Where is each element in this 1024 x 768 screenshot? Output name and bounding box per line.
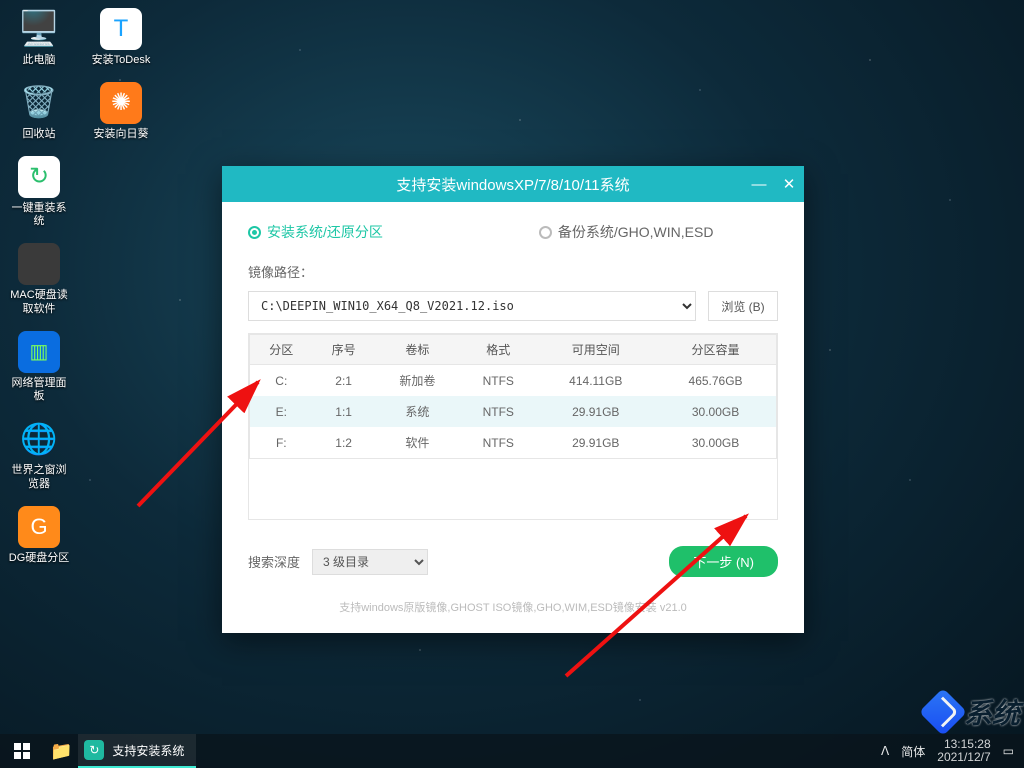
desktop-icon-label: 世界之窗浏览器 [8,464,70,492]
clock[interactable]: 13:15:282021/12/7 [937,738,990,764]
table-cell: 2:1 [313,365,375,397]
table-cell: 30.00GB [655,396,776,427]
desktop-icon-label: DG硬盘分区 [9,552,70,566]
radio-dot-icon [248,226,261,239]
window-title: 支持安装windowsXP/7/8/10/11系统 [396,174,629,195]
desktop-icon-label: MAC硬盘读取软件 [8,289,70,317]
taskbar-explorer[interactable]: 📁 [44,734,78,768]
close-button[interactable]: ✕ [780,175,798,193]
watermark-logo-icon [919,688,967,736]
table-cell: 30.00GB [655,427,776,459]
table-cell: NTFS [460,396,536,427]
desktop-icon[interactable]: MAC硬盘读取软件 [8,243,70,317]
desktop-icon[interactable]: T 安装ToDesk [90,8,152,68]
table-row[interactable]: C:2:1新加卷NTFS414.11GB465.76GB [250,365,777,397]
watermark-text: 系统 [964,692,1020,732]
table-cell: F: [250,427,313,459]
installer-window: 支持安装windowsXP/7/8/10/11系统 ― ✕ 安装系统/还原分区 … [222,166,804,633]
desktop-icon-label: 一键重装系统 [8,202,70,230]
image-path-select[interactable]: C:\DEEPIN_WIN10_X64_Q8_V2021.12.iso [248,291,696,321]
image-path-label: 镜像路径： [248,262,778,281]
table-header-cell: 序号 [313,335,375,365]
desktop-icon[interactable]: 🗑️ 回收站 [8,82,70,142]
table-cell: C: [250,365,313,397]
ime-indicator[interactable]: 简体 [901,743,925,760]
table-cell: 新加卷 [375,365,460,397]
watermark: 系统 [926,692,1020,732]
desktop-icon-label: 安装向日葵 [94,128,149,142]
desktop-icon-glyph: 🖥️ [18,8,60,50]
app-icon: ↻ [84,740,104,760]
desktop-icon-glyph: ↻ [18,156,60,198]
browse-button[interactable]: 浏览 (B) [708,291,778,321]
taskbar: 📁 ↻ 支持安装系统 ᐱ 简体 13:15:282021/12/7 ▭ [0,734,1024,768]
table-cell: 29.91GB [536,396,655,427]
radio-install-restore[interactable]: 安装系统/还原分区 [248,222,383,242]
radio-dot-icon [539,226,552,239]
tray-chevron-icon[interactable]: ᐱ [881,744,889,758]
notification-icon[interactable]: ▭ [1003,744,1014,758]
table-header-cell: 可用空间 [536,335,655,365]
folder-icon: 📁 [50,741,72,762]
taskbar-app-label: 支持安装系统 [112,742,184,759]
system-tray: ᐱ 简体 13:15:282021/12/7 ▭ [881,738,1024,764]
desktop-icon-label: 此电脑 [23,54,56,68]
desktop-icon-glyph: ▥ [18,331,60,373]
table-header-cell: 分区容量 [655,335,776,365]
next-button[interactable]: 下一步 (N) [669,546,778,577]
desktop-icons: 🖥️ 此电脑 T 安装ToDesk 🗑️ 回收站 ✺ 安装向日葵 ↻ 一键重装系统 MAC硬盘读取… [8,8,168,565]
table-header-cell: 格式 [460,335,536,365]
table-cell: 1:1 [313,396,375,427]
start-button[interactable] [0,734,44,768]
table-row[interactable]: E:1:1系统NTFS29.91GB30.00GB [250,396,777,427]
desktop-icon[interactable]: G DG硬盘分区 [8,506,70,566]
radio-backup[interactable]: 备份系统/GHO,WIN,ESD [539,222,714,242]
taskbar-active-app[interactable]: ↻ 支持安装系统 [78,734,196,768]
search-depth-select[interactable]: 3 级目录 [312,549,428,575]
table-header-cell: 分区 [250,335,313,365]
desktop-icon-label: 回收站 [23,128,56,142]
desktop-icon-glyph: G [18,506,60,548]
table-cell: 软件 [375,427,460,459]
table-cell: 系统 [375,396,460,427]
desktop-icon-label: 网络管理面板 [8,377,70,405]
hint-text: 支持windows原版镜像,GHOST ISO镜像,GHO,WIM,ESD镜像安… [248,599,778,615]
desktop-icon-label: 安装ToDesk [92,54,151,68]
table-cell: NTFS [460,427,536,459]
desktop-icon-glyph: T [100,8,142,50]
table-cell: 29.91GB [536,427,655,459]
table-cell: E: [250,396,313,427]
table-cell: 1:2 [313,427,375,459]
table-cell: 465.76GB [655,365,776,397]
desktop-icon[interactable]: 🌐 世界之窗浏览器 [8,418,70,492]
desktop-icon-glyph [18,243,60,285]
titlebar[interactable]: 支持安装windowsXP/7/8/10/11系统 ― ✕ [222,166,804,202]
desktop-icon-glyph: 🗑️ [18,82,60,124]
minimize-button[interactable]: ― [750,175,768,193]
desktop-icon[interactable]: ↻ 一键重装系统 [8,156,70,230]
desktop-icon[interactable]: ✺ 安装向日葵 [90,82,152,142]
table-cell: 414.11GB [536,365,655,397]
desktop-icon-glyph: 🌐 [18,418,60,460]
partition-table[interactable]: 分区序号卷标格式可用空间分区容量 C:2:1新加卷NTFS414.11GB465… [249,334,777,459]
table-cell: NTFS [460,365,536,397]
search-depth-label: 搜索深度 [248,552,300,571]
desktop-icon[interactable]: ▥ 网络管理面板 [8,331,70,405]
partition-table-container: 分区序号卷标格式可用空间分区容量 C:2:1新加卷NTFS414.11GB465… [248,333,778,520]
table-row[interactable]: F:1:2软件NTFS29.91GB30.00GB [250,427,777,459]
desktop-icon[interactable]: 🖥️ 此电脑 [8,8,70,68]
desktop-icon-glyph: ✺ [100,82,142,124]
table-header-cell: 卷标 [375,335,460,365]
